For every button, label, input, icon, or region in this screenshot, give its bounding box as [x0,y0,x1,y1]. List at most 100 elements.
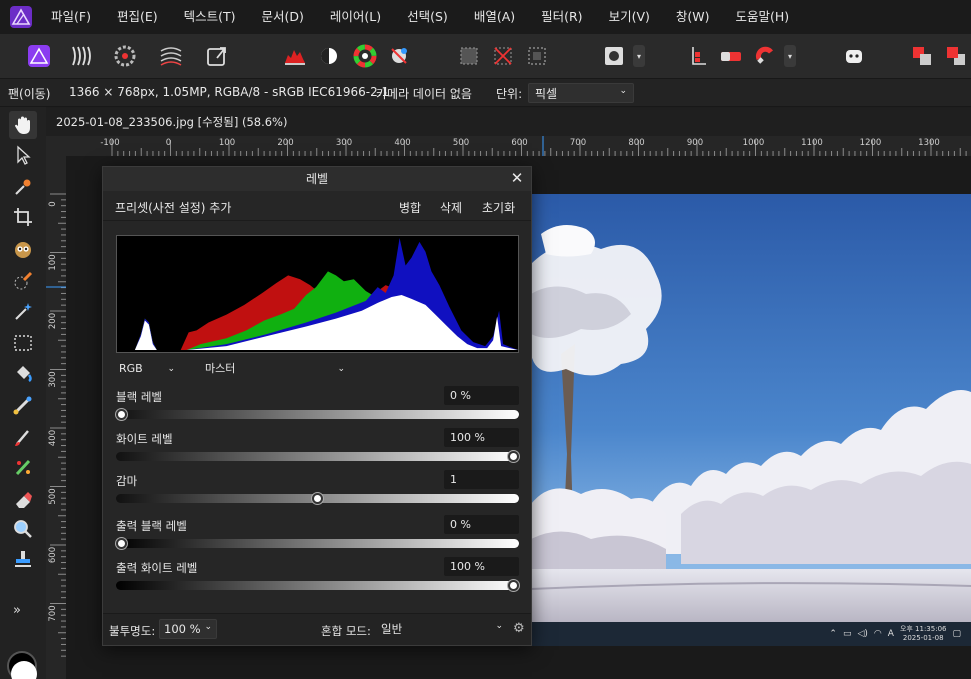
merge-button[interactable]: 병합 [399,199,421,216]
levels-title-bar[interactable]: 레벨 ✕ [103,167,531,191]
red-eye-tool[interactable] [9,235,37,263]
document-tab[interactable]: 2025-01-08_233506.jpg [수정됨] (58.6%) [46,108,971,136]
gamma-handle[interactable] [312,493,323,504]
output-white-level-slider[interactable] [116,580,519,591]
black-level-handle[interactable] [116,409,127,420]
output-white-level-field[interactable]: 100 % [444,557,519,576]
ruler-label: 1300 [918,138,940,148]
output-black-level-handle[interactable] [116,538,127,549]
context-toolbar: 팬(이동) 1366 × 768px, 1.05MP, RGBA/8 - sRG… [0,78,971,107]
add-preset-button[interactable]: 프리셋(사전 설정) 추가 [115,199,231,216]
magnet-button[interactable] [748,39,782,73]
menu-layer[interactable]: 레이어(L) [317,0,394,34]
menu-file[interactable]: 파일(F) [38,0,104,34]
gamma-field[interactable]: 1 [444,470,519,489]
black-level-slider[interactable] [116,409,519,420]
menu-document[interactable]: 문서(D) [249,0,317,34]
arrange-front-button[interactable] [939,39,971,73]
move-tool[interactable] [9,141,37,169]
menu-help[interactable]: 도움말(H) [723,0,803,34]
menu-select[interactable]: 선택(S) [394,0,461,34]
white-level-handle[interactable] [508,451,519,462]
ruler-label: 1200 [860,138,882,148]
zoom-tool[interactable] [9,515,37,543]
white-level-field[interactable]: 100 % [444,428,519,447]
menu-filters[interactable]: 필터(R) [528,0,595,34]
flood-fill-tool[interactable] [9,359,37,387]
vertical-ruler[interactable]: 0 100 200 300 400 500 600 700 [46,156,66,679]
pan-tool[interactable] [9,111,37,139]
liquify-persona-button[interactable] [64,39,98,73]
battery-icon: ▭ [842,629,852,639]
output-black-level-slider[interactable] [116,538,519,549]
menu-items: 파일(F) 편집(E) 텍스트(T) 문서(D) 레이어(L) 선택(S) 배열… [38,0,802,34]
levels-title: 레벨 [305,172,329,186]
unit-select[interactable]: 픽셀 ⌄ [528,83,634,103]
auto-contrast-button[interactable] [312,39,346,73]
arrange-back-button[interactable] [905,39,939,73]
gradient-tool[interactable] [9,391,37,419]
tone-mapping-persona-icon [160,47,182,66]
snapping-button[interactable] [680,39,714,73]
output-black-level-field[interactable]: 0 % [444,515,519,534]
more-tools-chevron-icon[interactable]: » [13,603,21,618]
menu-bar: 파일(F) 편집(E) 텍스트(T) 문서(D) 레이어(L) 선택(S) 배열… [0,0,971,34]
gear-icon[interactable]: ⚙ [513,621,525,636]
hand-icon [15,116,30,134]
black-level-field[interactable]: 0 % [444,386,519,405]
clone-stamp-tool[interactable] [9,545,37,573]
magic-wand-tool[interactable] [9,297,37,325]
paint-brush-tool[interactable] [9,423,37,451]
marquee-tool[interactable] [9,329,37,357]
quick-mask-button[interactable] [452,39,486,73]
mode-dropdown[interactable]: 마스터 ⌄ [205,360,345,378]
tone-mapping-persona-button[interactable] [154,39,188,73]
mask-mode-button[interactable] [597,39,631,73]
menu-text[interactable]: 텍스트(T) [171,0,249,34]
menu-arrange[interactable]: 배열(A) [461,0,528,34]
auto-white-balance-button[interactable] [382,39,416,73]
channel-dropdown[interactable]: RGB ⌄ [119,360,175,378]
menu-view[interactable]: 보기(V) [596,0,663,34]
ruler-label: 700 [570,138,586,148]
deselect-button[interactable] [486,39,520,73]
photo-persona-button[interactable] [22,39,56,73]
ruler-label: 400 [394,138,410,148]
blend-mode-select[interactable]: 일반 ⌄ [379,619,505,639]
paint-bucket-icon [17,366,32,383]
auto-colors-button[interactable] [348,39,382,73]
assistant-button[interactable] [837,39,871,73]
blend-mode-label: 혼합 모드: [321,624,371,638]
menu-window[interactable]: 창(W) [663,0,723,34]
affinity-photo-logo-icon[interactable] [9,5,33,29]
ime-icon: A [887,629,894,639]
output-white-level-handle[interactable] [508,580,519,591]
opacity-select[interactable]: 100 % ⌄ [159,619,217,639]
snapping-dropdown[interactable]: ▾ [784,45,796,67]
crop-tool[interactable] [9,203,37,231]
delete-button[interactable]: 삭제 [440,199,462,216]
levels-footer: 불투명도: 100 % ⌄ 혼합 모드: 일반 ⌄ ⚙ [103,613,531,645]
retouch-tool[interactable] [9,453,37,481]
snapping-toggle-button[interactable] [714,39,748,73]
color-picker-tool[interactable] [9,173,37,201]
mask-mode-dropdown[interactable]: ▾ [633,45,645,67]
close-icon[interactable]: ✕ [509,167,525,191]
menu-edit[interactable]: 편집(E) [104,0,171,34]
ruler-label: 800 [628,138,644,148]
deselect-icon [494,47,512,65]
magnet-icon [755,46,773,64]
crop-icon [14,208,32,226]
develop-persona-button[interactable] [108,39,142,73]
horizontal-ruler[interactable]: -100 0 100 200 300 400 500 600 700 800 900 1000 1100… [46,136,971,156]
auto-levels-button[interactable] [278,39,312,73]
export-persona-button[interactable] [200,39,234,73]
erase-tool[interactable] [9,485,37,513]
gamma-slider[interactable] [116,493,519,504]
owl-icon [15,242,31,258]
selection-brush-tool[interactable] [9,267,37,295]
unit-label: 단위: [496,87,523,101]
white-level-slider[interactable] [116,451,519,462]
reset-button[interactable]: 초기화 [482,199,515,216]
refine-selection-button[interactable] [520,39,554,73]
